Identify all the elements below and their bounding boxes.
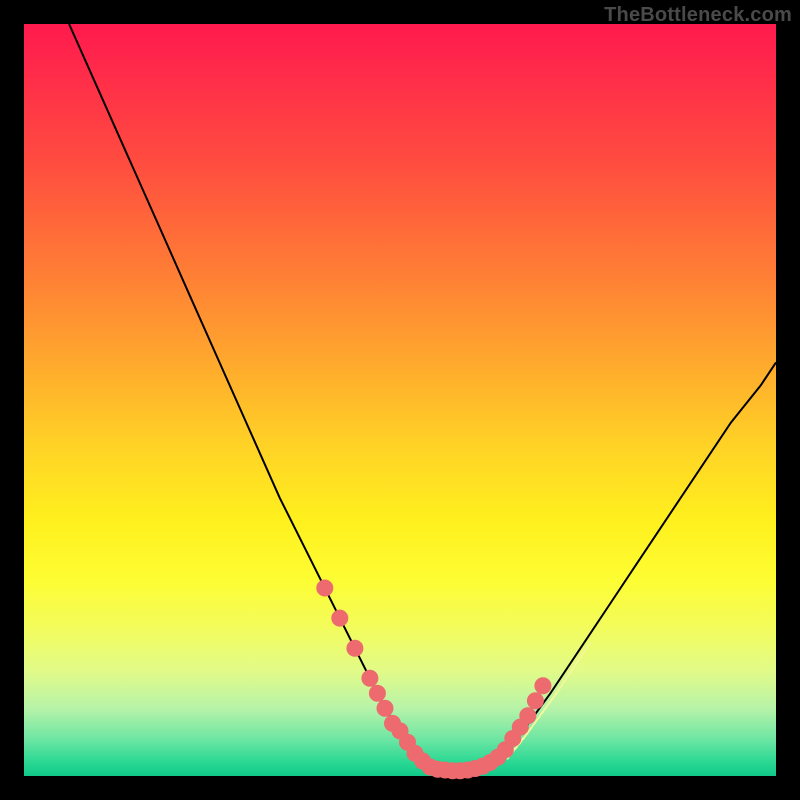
data-marker — [527, 693, 543, 709]
data-marker — [535, 678, 551, 694]
data-marker — [332, 610, 348, 626]
marker-cluster-right — [490, 678, 551, 765]
data-marker — [369, 685, 385, 701]
data-marker — [362, 670, 378, 686]
data-marker — [347, 640, 363, 656]
chart-overlay — [24, 24, 776, 776]
marker-cluster-bottom — [422, 755, 498, 779]
data-marker — [520, 708, 536, 724]
chart-frame: TheBottleneck.com — [0, 0, 800, 800]
data-marker — [317, 580, 333, 596]
bottleneck-curve — [69, 24, 776, 772]
data-marker — [377, 700, 393, 716]
